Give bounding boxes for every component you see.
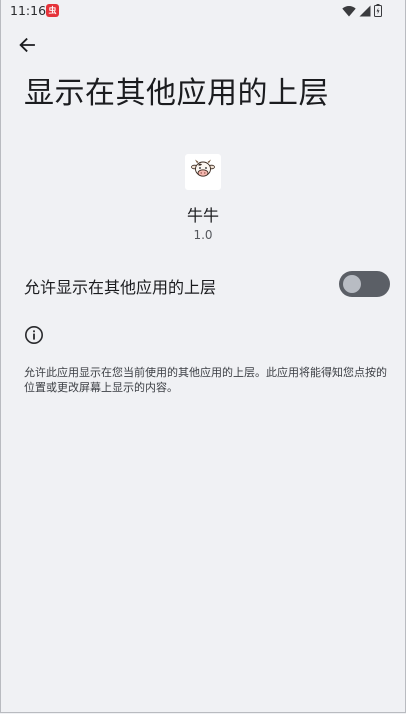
permission-description: 允许此应用显示在您当前使用的其他应用的上层。此应用将能得知您点按的位置或更改屏幕… (24, 366, 387, 394)
notification-app-icon: 虫 (46, 4, 59, 17)
page-title: 显示在其他应用的上层 (24, 76, 329, 111)
info-icon (24, 325, 44, 345)
cow-face-icon (190, 157, 216, 187)
back-button[interactable] (11, 32, 43, 62)
app-name: 牛牛 (186, 206, 219, 225)
status-icons (342, 4, 382, 17)
arrow-back-icon (18, 36, 36, 58)
toggle-thumb (343, 275, 361, 293)
status-bar: 11:16 虫 (0, 0, 406, 22)
signal-icon (359, 5, 371, 17)
overlay-permission-label: 允许显示在其他应用的上层 (24, 278, 217, 297)
overlay-permission-row[interactable]: 允许显示在其他应用的上层 (0, 262, 406, 306)
app-version: 1.0 (193, 228, 213, 242)
overlay-permission-toggle[interactable] (339, 271, 390, 297)
app-icon (185, 154, 221, 190)
wifi-icon (342, 5, 356, 17)
status-time: 11:16 (10, 3, 47, 18)
battery-icon (374, 4, 382, 17)
